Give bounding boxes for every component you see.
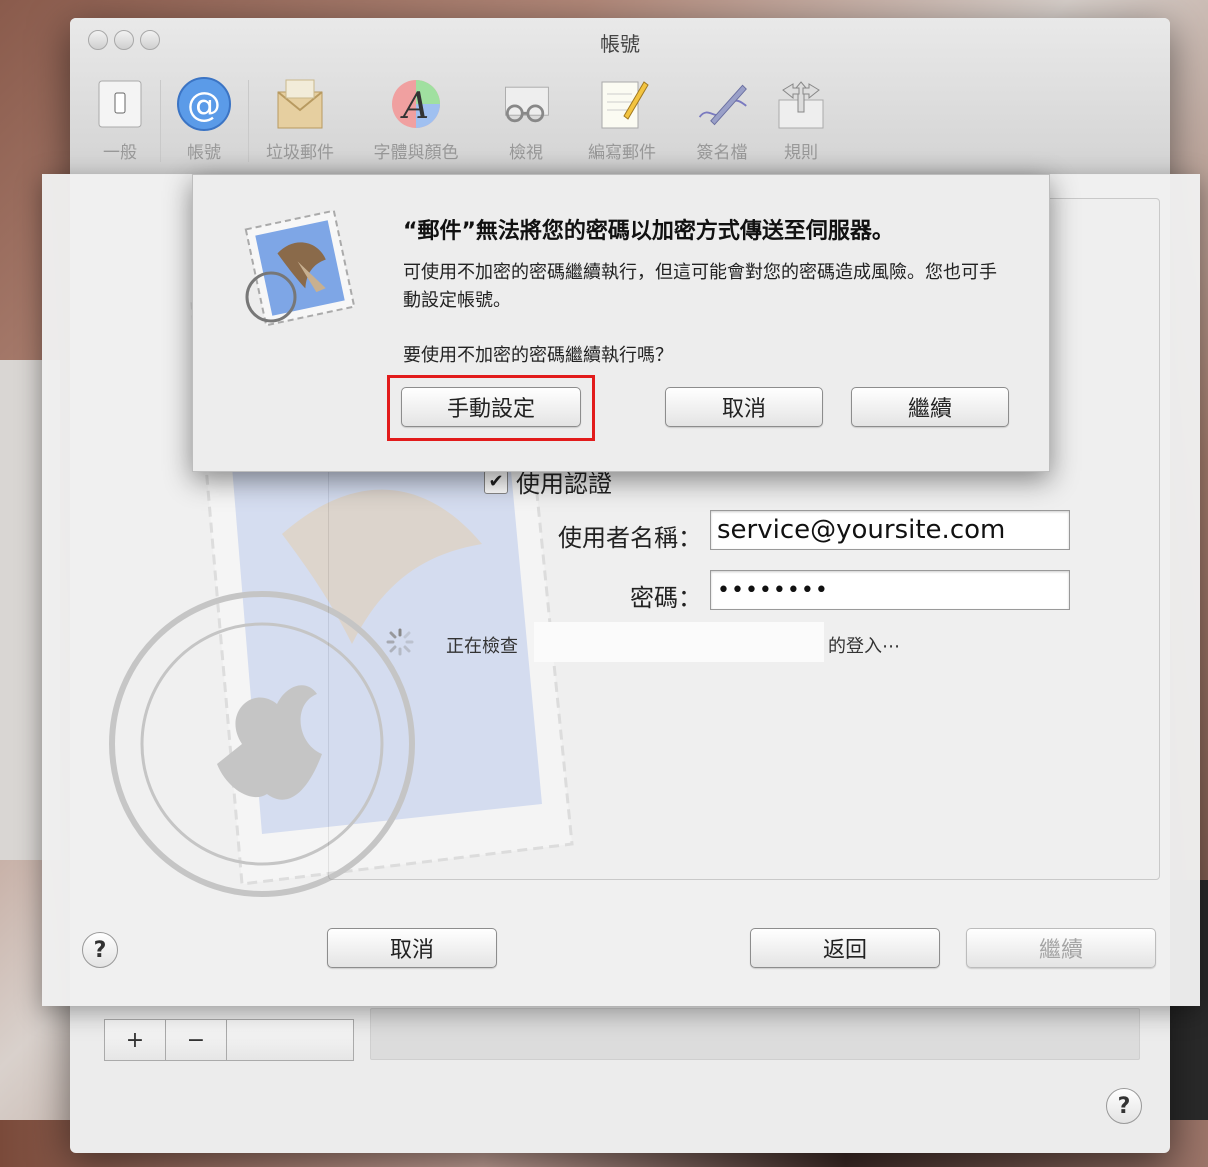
toolbar-item-viewing[interactable]: 檢視 <box>490 76 562 168</box>
alert-title: “郵件”無法將您的密碼以加密方式傳送至伺服器。 <box>403 219 894 244</box>
toolbar-item-rules[interactable]: 規則 <box>770 76 832 168</box>
sheet-help-button[interactable]: ? <box>82 932 118 968</box>
manual-setup-button[interactable]: 手動設定 <box>401 387 581 427</box>
unencrypted-password-alert: “郵件”無法將您的密碼以加密方式傳送至伺服器。 可使用不加密的密碼繼續執行，但這… <box>192 174 1050 472</box>
username-label: 使用者名稱： <box>558 524 702 552</box>
svg-text:@: @ <box>187 85 221 125</box>
spinner-icon <box>386 628 414 656</box>
title-bar: 帳號 一般 @ 帳號 垃圾郵件 A 字體與顏色 檢視 編寫郵件 簽名檔 規則 <box>70 18 1170 175</box>
alert-message: 可使用不加密的密碼繼續執行，但這可能會對您的密碼造成風險。您也可手動設定帳號。 <box>403 262 997 311</box>
account-detail-footer <box>370 1008 1140 1060</box>
toolbar-item-fonts-colors[interactable]: A 字體與顏色 <box>360 76 472 168</box>
status-suffix: 的登入⋯ <box>828 636 900 657</box>
signature-pen-icon <box>694 76 750 132</box>
toolbar-item-accounts[interactable]: @ 帳號 <box>166 76 242 168</box>
back-button[interactable]: 返回 <box>750 928 940 968</box>
mail-stamp-icon <box>244 209 356 327</box>
password-field[interactable]: •••••••• <box>710 570 1070 610</box>
toolbar-item-composing[interactable]: 編寫郵件 <box>572 76 672 168</box>
account-list-controls: + − <box>104 1019 354 1061</box>
question-mark-icon: ? <box>1117 1093 1131 1119</box>
toolbar-label-rules: 規則 <box>784 143 818 163</box>
toolbar-separator <box>248 80 249 162</box>
toolbar-item-signatures[interactable]: 簽名檔 <box>680 76 764 168</box>
username-field[interactable]: service@yoursite.com <box>710 510 1070 550</box>
switch-icon <box>92 76 148 132</box>
status-prefix: 正在檢查 <box>446 636 518 657</box>
font-color-icon: A <box>388 76 444 132</box>
toolbar-label-general: 一般 <box>103 143 137 163</box>
junk-mail-icon <box>272 76 328 132</box>
window-title: 帳號 <box>600 32 640 56</box>
alert-continue-button[interactable]: 繼續 <box>851 387 1009 427</box>
compose-icon <box>594 76 650 132</box>
toolbar-label-viewing: 檢視 <box>509 143 543 163</box>
toolbar-label-composing: 編寫郵件 <box>588 143 656 163</box>
toolbar-label-accounts: 帳號 <box>187 143 221 163</box>
password-label: 密碼： <box>630 584 702 612</box>
rules-arrows-icon <box>773 76 829 132</box>
toolbar-item-general[interactable]: 一般 <box>88 76 152 168</box>
minus-icon: − <box>186 1027 206 1053</box>
toolbar-label-fonts-colors: 字體與顏色 <box>373 143 459 163</box>
remove-account-button[interactable]: − <box>165 1020 227 1060</box>
help-button[interactable]: ? <box>1106 1088 1142 1124</box>
sheet-continue-button[interactable]: 繼續 <box>966 928 1156 968</box>
toolbar-label-signatures: 簽名檔 <box>696 143 748 163</box>
alert-cancel-button[interactable]: 取消 <box>665 387 823 427</box>
question-mark-icon: ? <box>93 937 107 963</box>
plus-icon: + <box>125 1027 145 1053</box>
sheet-cancel-button[interactable]: 取消 <box>327 928 497 968</box>
toolbar-item-junk-mail[interactable]: 垃圾郵件 <box>254 76 346 168</box>
svg-text:A: A <box>400 86 429 127</box>
alert-question: 要使用不加密的密碼繼續執行嗎？ <box>403 345 673 366</box>
toolbar-separator <box>160 80 161 162</box>
redacted-server-name <box>534 622 824 662</box>
use-auth-checkbox[interactable]: ✔ <box>484 470 508 494</box>
glasses-icon <box>498 76 554 132</box>
toolbar-label-junk-mail: 垃圾郵件 <box>266 143 334 163</box>
add-account-button[interactable]: + <box>105 1020 165 1060</box>
at-sign-icon: @ <box>176 76 232 132</box>
